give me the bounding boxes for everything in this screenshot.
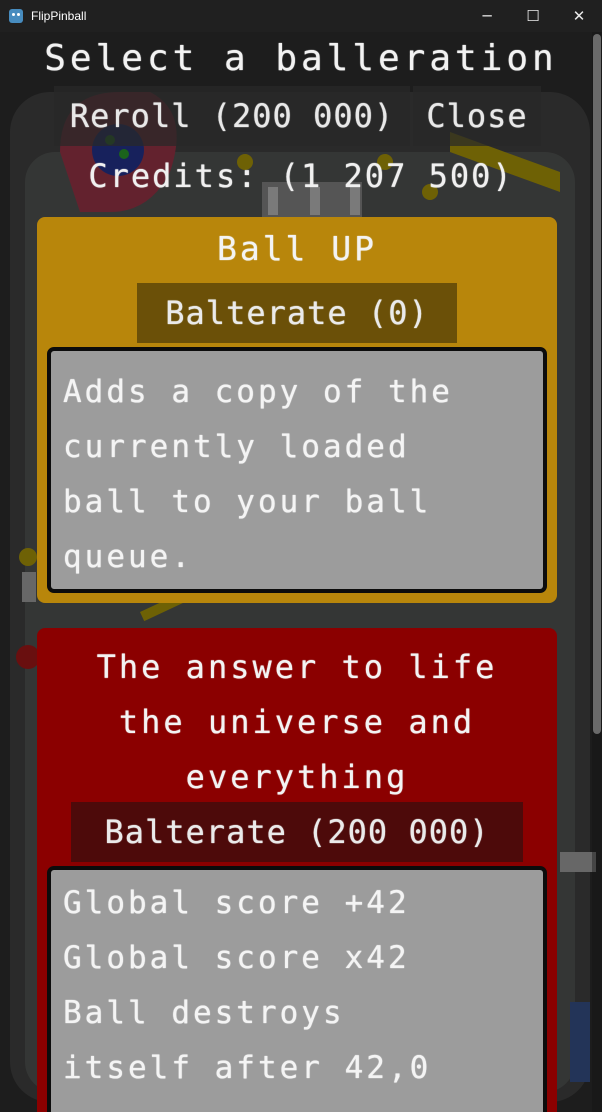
scrollbar-thumb[interactable] (593, 34, 601, 734)
scrollbar[interactable] (592, 32, 602, 1112)
window-controls: ─ ☐ ✕ (464, 0, 602, 32)
godot-app-icon (9, 9, 23, 23)
card-title: The answer to life the universe and ever… (96, 648, 498, 796)
reroll-button[interactable]: Reroll (200 000) (54, 86, 410, 146)
balterate-button[interactable]: Balterate (0) (137, 283, 457, 343)
game-viewport: Select a balleration Reroll (200 000) Cl… (0, 32, 602, 1112)
card-description: Adds a copy of the currently loaded ball… (47, 347, 547, 593)
balleration-card-answer-to-life: The answer to life the universe and ever… (37, 628, 557, 1112)
close-button[interactable]: Close (413, 86, 541, 146)
minimize-button[interactable]: ─ (464, 0, 510, 32)
window-title: FlipPinball (31, 9, 87, 23)
balterate-button[interactable]: Balterate (200 000) (71, 802, 523, 862)
balleration-card-ball-up: Ball UP Balterate (0) Adds a copy of the… (37, 217, 557, 603)
card-description: Global score +42 Global score x42 Ball d… (47, 866, 547, 1112)
card-title: Ball UP (216, 229, 378, 268)
page-title: Select a balleration (44, 38, 558, 79)
window-titlebar: FlipPinball ─ ☐ ✕ (0, 0, 602, 32)
credits-label: Credits: (1 207 500) (88, 157, 514, 195)
close-window-button[interactable]: ✕ (556, 0, 602, 32)
maximize-button[interactable]: ☐ (510, 0, 556, 32)
